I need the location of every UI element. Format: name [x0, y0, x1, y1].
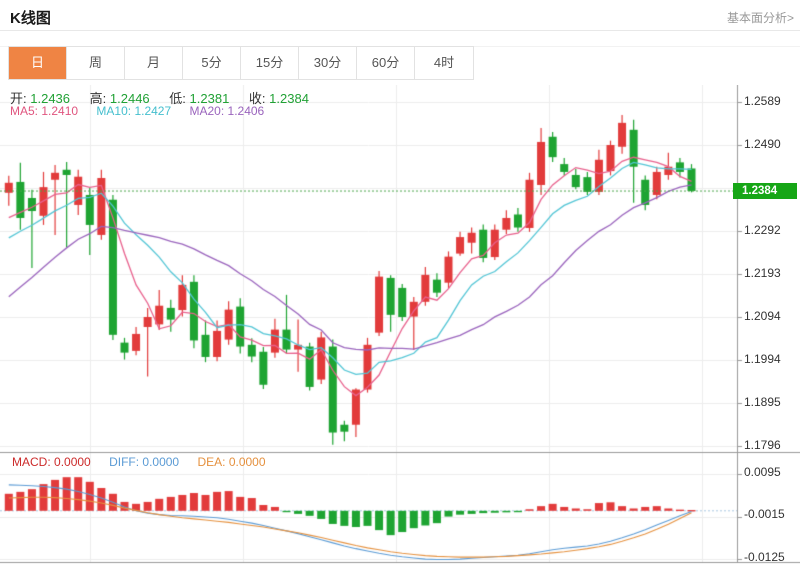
tab-15分[interactable]: 15分	[241, 47, 299, 79]
close-value: 1.2384	[269, 91, 309, 106]
ma20-legend: MA20: 1.2406	[189, 104, 264, 118]
ma5-legend: MA5: 1.2410	[10, 104, 78, 118]
kline-canvas[interactable]	[0, 85, 800, 564]
tab-60分[interactable]: 60分	[357, 47, 415, 79]
tab-周[interactable]: 周	[67, 47, 125, 79]
price-tick-label: 1.2292	[744, 223, 798, 237]
kline-page: K线图 基本面分析> 日周月5分15分30分60分4时 开: 1.2436 高:…	[0, 0, 800, 572]
fundamental-analysis-link[interactable]: 基本面分析>	[727, 9, 794, 26]
ma10-legend: MA10: 1.2427	[96, 104, 171, 118]
diff-value-legend: DIFF: 0.0000	[109, 455, 179, 469]
price-tick-label: 1.2490	[744, 137, 798, 151]
price-tick-label: 1.1796	[744, 438, 798, 452]
dea-value-legend: DEA: 0.0000	[197, 455, 265, 469]
price-tick-label: 1.2094	[744, 309, 798, 323]
ma-legend: MA5: 1.2410 MA10: 1.2427 MA20: 1.2406	[10, 104, 264, 118]
tab-4时[interactable]: 4时	[415, 47, 473, 79]
macd-value-legend: MACD: 0.0000	[12, 455, 91, 469]
price-tick-label: 1.1994	[744, 352, 798, 366]
tab-日[interactable]: 日	[9, 47, 67, 79]
period-tabs: 日周月5分15分30分60分4时	[8, 46, 474, 80]
tab-5分[interactable]: 5分	[183, 47, 241, 79]
tab-月[interactable]: 月	[125, 47, 183, 79]
tab-30分[interactable]: 30分	[299, 47, 357, 79]
macd-tick-label: -0.0015	[744, 507, 798, 521]
price-tick-label: 1.1895	[744, 395, 798, 409]
price-tick-label: 1.2589	[744, 94, 798, 108]
title-divider	[0, 30, 800, 31]
macd-legend: MACD: 0.0000 DIFF: 0.0000 DEA: 0.0000	[12, 455, 266, 469]
page-title: K线图	[10, 7, 51, 28]
current-price-badge: 1.2384	[733, 183, 797, 199]
macd-tick-label: 0.0095	[744, 465, 798, 479]
price-tick-label: 1.2193	[744, 266, 798, 280]
macd-tick-label: -0.0125	[744, 550, 798, 564]
